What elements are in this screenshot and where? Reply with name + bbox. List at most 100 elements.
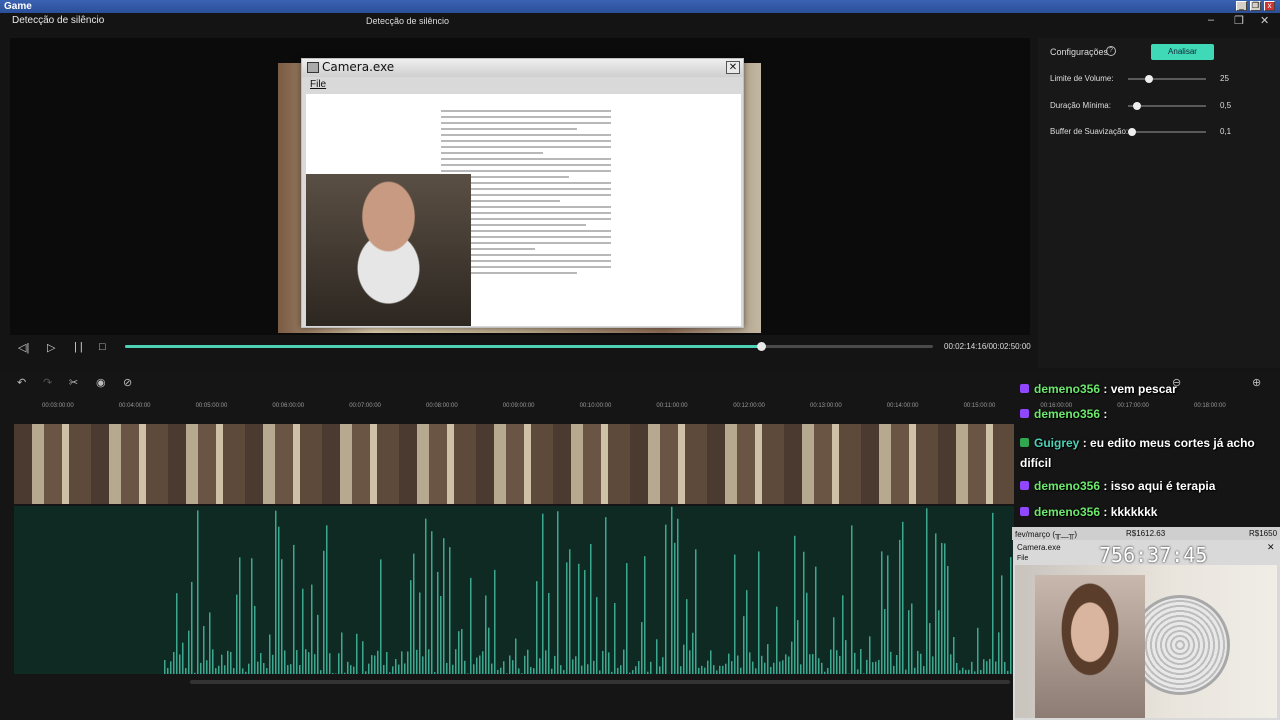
waveform-bar (785, 654, 787, 674)
restore-icon[interactable]: ❐ (1234, 14, 1244, 27)
prev-frame-icon[interactable]: ◁| (18, 341, 29, 354)
waveform-bar (641, 622, 643, 674)
waveform-bar (956, 662, 958, 674)
waveform-bar (467, 673, 469, 674)
webcam-close-icon[interactable]: ✕ (1267, 542, 1275, 553)
waveform-bar (320, 670, 322, 674)
waveform-bar (647, 671, 649, 674)
waveform-bar (734, 554, 736, 674)
waveform-bar (419, 592, 421, 674)
waveform-bar (164, 659, 166, 674)
waveform-bar (212, 649, 214, 674)
waveform-bar (686, 599, 688, 674)
waveform-bar (485, 595, 487, 674)
waveform-bar (542, 513, 544, 674)
waveform-bar (782, 660, 784, 674)
waveform-bar (248, 663, 250, 674)
waveform-bar (725, 663, 727, 674)
streamer-video (306, 174, 471, 326)
waveform-bar (512, 660, 514, 674)
waveform-bar (290, 664, 292, 674)
twitch-badge-icon (1020, 507, 1029, 516)
smoothing-buffer-slider[interactable] (1127, 128, 1206, 136)
waveform-bar (959, 670, 961, 674)
analyze-button[interactable]: Analisar (1151, 44, 1214, 60)
stop-icon[interactable]: □ (99, 341, 106, 353)
eye-off-icon[interactable]: ⊘ (123, 376, 132, 389)
game-restore-button[interactable]: ❐ (1250, 1, 1261, 11)
twitch-badge-icon (1020, 481, 1029, 490)
slider-knob[interactable] (1127, 128, 1136, 136)
ruler-tick-label: 00:17:00:00 (1117, 403, 1149, 409)
min-duration-slider[interactable] (1128, 102, 1206, 110)
audio-waveform (164, 506, 1015, 674)
waveform-bar (440, 596, 442, 674)
chat-username: demeno356 (1034, 382, 1101, 396)
scissors-icon[interactable]: ✂ (69, 376, 78, 389)
slider-knob[interactable] (1145, 75, 1154, 83)
undo-icon[interactable]: ↶ (17, 376, 26, 389)
zoom-in-icon[interactable]: ⊕ (1252, 376, 1261, 389)
waveform-bar (200, 662, 202, 674)
timeline-scrollbar[interactable] (190, 680, 1010, 684)
game-minimize-button[interactable]: _ (1236, 1, 1247, 11)
twitch-badge-icon (1020, 409, 1029, 418)
waveform-bar (947, 565, 949, 674)
waveform-bar (1007, 670, 1009, 674)
chat-username: demeno356 (1034, 505, 1101, 519)
waveform-bar (434, 672, 436, 674)
waveform-bar (416, 649, 418, 674)
waveform-bar (743, 616, 745, 674)
waveform-bar (551, 668, 553, 674)
waveform-bar (311, 584, 313, 674)
help-icon[interactable]: ? (1106, 46, 1116, 56)
waveform-bar (707, 660, 709, 674)
waveform-bar (992, 512, 994, 674)
close-icon[interactable]: ✕ (1260, 14, 1269, 27)
camera-close-button[interactable]: ✕ (726, 61, 740, 74)
waveform-bar (539, 658, 541, 674)
waveform-bar (716, 670, 718, 674)
waveform-bar (266, 668, 268, 674)
waveform-bar (272, 654, 274, 674)
webcam-menu-file[interactable]: File (1017, 555, 1028, 562)
play-icon[interactable]: ▷ (47, 341, 55, 354)
pause-icon[interactable]: | | (74, 341, 83, 353)
waveform-bar (932, 656, 934, 674)
waveform-bar (572, 659, 574, 674)
ruler-tick-label: 00:08:00:00 (426, 403, 458, 409)
waveform-bar (860, 649, 862, 674)
chat-text: : kkkkkkk (1100, 505, 1158, 519)
slider-knob[interactable] (1132, 102, 1141, 110)
waveform-bar (737, 655, 739, 674)
waveform-bar (935, 533, 937, 674)
waveform-bar (296, 650, 298, 674)
waveform-bar (761, 655, 763, 674)
playback-scrubber[interactable] (125, 342, 933, 351)
video-track[interactable] (14, 424, 1014, 504)
waveform-bar (194, 672, 196, 674)
app-title: Detecção de silêncio (12, 15, 105, 26)
playhead-knob[interactable] (756, 342, 766, 351)
waveform-bar (224, 665, 226, 674)
game-close-button[interactable]: x (1264, 1, 1275, 11)
waveform-bar (971, 661, 973, 674)
waveform-bar (368, 663, 370, 674)
waveform-bar (902, 521, 904, 674)
audio-waveform-track[interactable] (14, 506, 1015, 674)
volume-limit-slider[interactable] (1128, 75, 1206, 83)
redo-icon[interactable]: ↷ (43, 376, 52, 389)
waveform-bar (377, 650, 379, 674)
settings-label: Configurações (1050, 47, 1109, 57)
menu-file[interactable]: File (310, 79, 326, 90)
waveform-bar (569, 549, 571, 674)
eye-icon[interactable]: ◉ (96, 376, 106, 389)
waveform-bar (953, 637, 955, 674)
waveform-bar (965, 669, 967, 674)
waveform-bar (332, 673, 334, 674)
waveform-bar (380, 559, 382, 674)
waveform-bar (530, 667, 532, 674)
chat-text: : isso aqui é terapia (1100, 479, 1216, 493)
waveform-bar (824, 671, 826, 674)
minimize-icon[interactable]: – (1208, 14, 1214, 26)
